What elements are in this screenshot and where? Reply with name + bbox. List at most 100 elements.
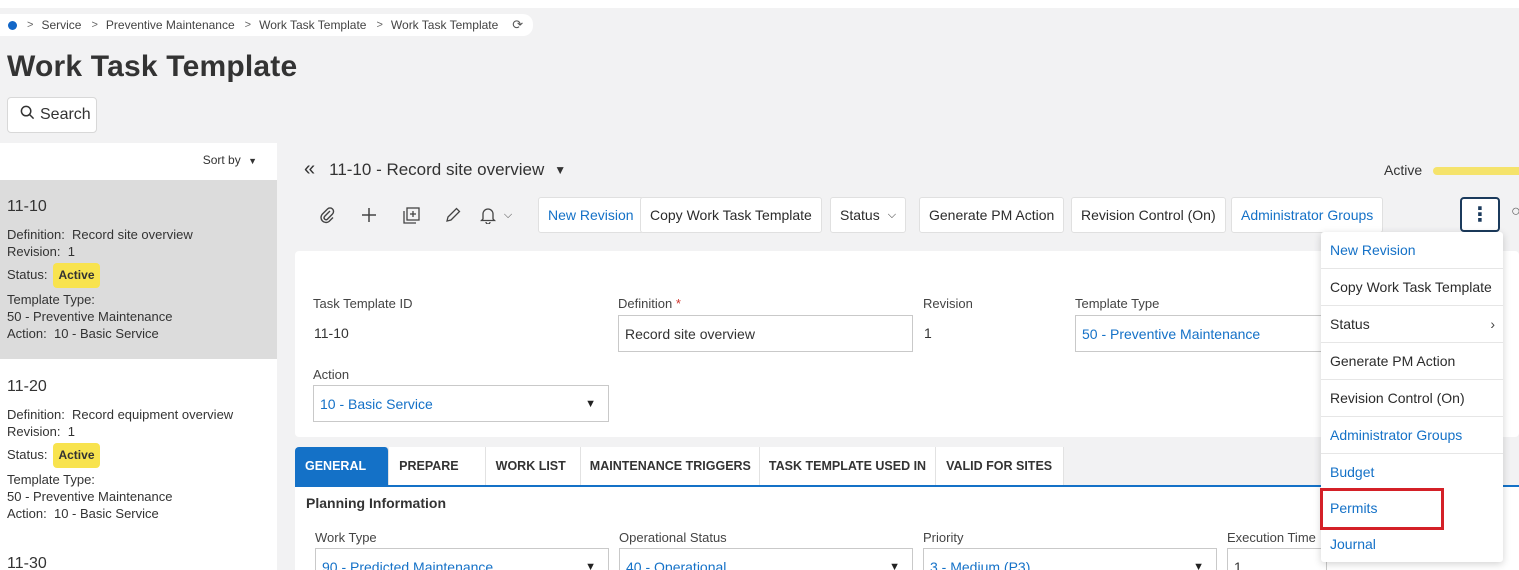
bell-icon[interactable]: ⌵ (474, 203, 518, 227)
record-template-type: 50 - Preventive Maintenance (7, 489, 173, 504)
breadcrumb-item-service[interactable]: Service (41, 18, 81, 32)
chevron-right-icon: > (27, 19, 34, 31)
tab-general[interactable]: GENERAL (295, 447, 390, 485)
revision-control-button[interactable]: Revision Control (On) (1071, 197, 1226, 233)
record-template-type-label: Template Type: (7, 472, 95, 487)
tab-maintenance-triggers[interactable]: MAINTENANCE TRIGGERS (580, 447, 760, 485)
work-type-select[interactable]: 90 - Predicted Maintenance ▼ (315, 548, 609, 570)
search-label: Search (40, 106, 91, 123)
breadcrumb-item-preventive-maintenance[interactable]: Preventive Maintenance (106, 18, 235, 32)
caret-down-icon: ▼ (1193, 560, 1204, 570)
status-button[interactable]: Status ⌵ (830, 197, 907, 233)
record-template-type: 50 - Preventive Maintenance (7, 309, 173, 324)
action-select-value: 10 - Basic Service (320, 395, 433, 412)
state-progress-bar (1433, 167, 1519, 175)
collapse-double-chevron-icon[interactable]: « (304, 158, 315, 181)
chevron-right-icon: > (376, 19, 383, 31)
operational-status-value: 40 - Operational (626, 558, 727, 570)
menu-item-generate-pm-action[interactable]: Generate PM Action (1321, 343, 1503, 380)
breadcrumb-item-work-task-template[interactable]: Work Task Template (259, 18, 366, 32)
record-action: Action: 10 - Basic Service (7, 506, 159, 521)
menu-item-revision-control[interactable]: Revision Control (On) (1321, 380, 1503, 417)
attachment-icon[interactable] (306, 203, 348, 227)
new-revision-button[interactable]: New Revision (538, 197, 644, 233)
edit-pencil-icon[interactable] (432, 203, 474, 227)
refresh-icon[interactable]: ⟳ (512, 17, 523, 33)
caret-down-icon[interactable]: ▼ (554, 163, 566, 177)
work-type-value: 90 - Predicted Maintenance (322, 558, 494, 570)
record-id: 11-20 (7, 378, 47, 395)
menu-item-budget[interactable]: Budget (1321, 453, 1503, 490)
status-button-label: Status (840, 207, 880, 223)
search-button[interactable]: Search (7, 97, 97, 133)
record-title: 11-10 - Record site overview (329, 159, 545, 179)
caret-down-icon: ▼ (585, 560, 596, 570)
list-item[interactable]: 11-20 Definition: Record equipment overv… (0, 359, 277, 539)
chevron-right-icon: > (91, 19, 98, 31)
copy-work-task-template-button[interactable]: Copy Work Task Template (640, 197, 822, 233)
record-id: 11-10 (7, 198, 47, 215)
home-dot-icon[interactable] (8, 20, 17, 30)
record-template-type-label: Template Type: (7, 292, 95, 307)
record-status: Status: Active (7, 443, 277, 468)
list-item[interactable]: 11-30 (0, 555, 277, 570)
definition-field[interactable]: Record site overview (618, 315, 913, 352)
template-type-field[interactable]: 50 - Preventive Maintenance (1075, 315, 1325, 352)
generate-pm-action-button[interactable]: Generate PM Action (919, 197, 1065, 233)
search-icon[interactable]: ○ (1511, 203, 1519, 221)
sort-by-button[interactable]: Sort by ▼ (203, 153, 257, 167)
menu-item-status-label: Status (1330, 316, 1370, 332)
duplicate-icon[interactable] (390, 203, 432, 227)
revision-label: Revision (923, 296, 973, 311)
page-title: Work Task Template (7, 50, 298, 83)
menu-item-copy-work-task-template[interactable]: Copy Work Task Template (1321, 269, 1503, 306)
execution-time-field[interactable]: 1 (1227, 548, 1327, 570)
chevron-right-icon: › (1490, 316, 1495, 332)
menu-item-journal[interactable]: Journal (1321, 525, 1503, 562)
breadcrumb-item-current: Work Task Template (390, 18, 499, 32)
administrator-groups-button[interactable]: Administrator Groups (1231, 197, 1384, 233)
search-icon (20, 105, 35, 125)
sort-by-label: Sort by (202, 153, 241, 167)
section-title: Planning Information (306, 495, 446, 511)
state-label: Active (1384, 162, 1423, 178)
revision-value: 1 (924, 325, 932, 341)
record-status: Status: Active (7, 263, 277, 288)
priority-value: 3 - Medium (P3) (930, 558, 1031, 570)
caret-down-icon: ▼ (585, 397, 596, 410)
caret-down-icon: ▼ (248, 156, 257, 166)
add-icon[interactable] (348, 203, 390, 227)
priority-label: Priority (923, 530, 964, 545)
required-marker: * (675, 296, 681, 311)
menu-item-administrator-groups[interactable]: Administrator Groups (1321, 417, 1503, 454)
toolbar-icons: ⌵ (306, 203, 518, 227)
more-options-kebab-icon[interactable]: ⋮ (1460, 197, 1500, 232)
permits-highlight-box (1320, 488, 1444, 530)
tab-valid-for-sites[interactable]: VALID FOR SITES (936, 447, 1065, 485)
priority-select[interactable]: 3 - Medium (P3) ▼ (923, 548, 1217, 570)
record-definition: Definition: Record site overview (7, 227, 193, 242)
operational-status-label: Operational Status (619, 530, 727, 545)
operational-status-select[interactable]: 40 - Operational ▼ (619, 548, 913, 570)
record-header: « 11-10 - Record site overview ▼ (304, 158, 566, 181)
work-type-label: Work Type (315, 530, 377, 545)
status-badge: Active (53, 443, 100, 468)
tab-work-list[interactable]: WORK LIST (485, 447, 581, 485)
record-definition: Definition: Record equipment overview (7, 407, 234, 422)
menu-item-status[interactable]: Status › (1321, 306, 1503, 343)
template-type-label: Template Type (1075, 296, 1160, 311)
breadcrumb: > Service > Preventive Maintenance > Wor… (0, 14, 534, 36)
caret-down-icon: ▼ (889, 560, 900, 570)
list-item[interactable]: 11-10 Definition: Record site overview R… (0, 180, 277, 359)
chevron-down-icon: ⌵ (503, 208, 513, 221)
tab-prepare[interactable]: PREPARE (389, 447, 486, 485)
action-label: Action (313, 367, 350, 382)
record-list-panel: Sort by ▼ 11-10 Definition: Record site … (0, 143, 277, 570)
record-action: Action: 10 - Basic Service (7, 326, 159, 341)
top-strip (0, 0, 1519, 8)
chevron-right-icon: > (244, 19, 252, 31)
action-select[interactable]: 10 - Basic Service ▼ (313, 385, 609, 422)
tab-task-template-used-in[interactable]: TASK TEMPLATE USED IN (759, 447, 937, 485)
record-id: 11-30 (7, 555, 47, 570)
menu-item-new-revision[interactable]: New Revision (1321, 232, 1503, 269)
